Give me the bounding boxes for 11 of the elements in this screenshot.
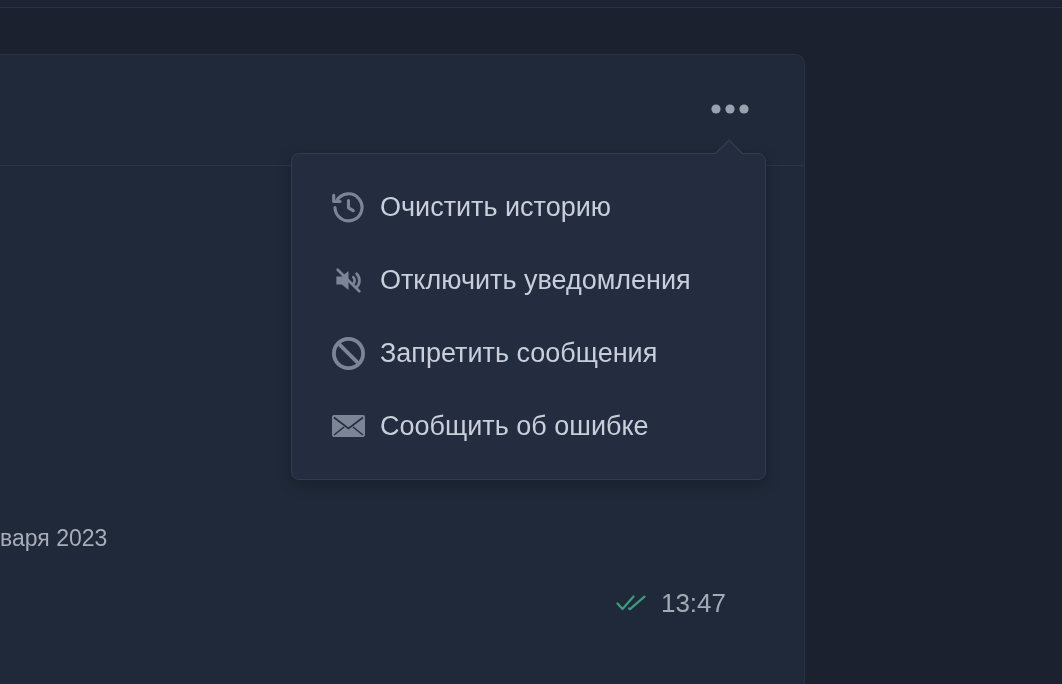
muted-speaker-icon bbox=[334, 266, 362, 294]
history-clock-icon bbox=[331, 190, 365, 224]
prohibited-icon bbox=[331, 336, 365, 370]
menu-item[interactable]: Запретить сообщения bbox=[292, 316, 765, 390]
message-time: 13:47 bbox=[660, 588, 726, 618]
menu-item[interactable]: Сообщить об ошибке bbox=[292, 389, 765, 463]
envelope-icon bbox=[331, 415, 365, 437]
menu-item[interactable]: Очистить историю bbox=[292, 170, 765, 244]
menu-item[interactable]: Отключить уведомления bbox=[292, 243, 765, 317]
date-label: варя 2023 bbox=[0, 524, 108, 553]
more-dots-icon bbox=[711, 104, 749, 114]
